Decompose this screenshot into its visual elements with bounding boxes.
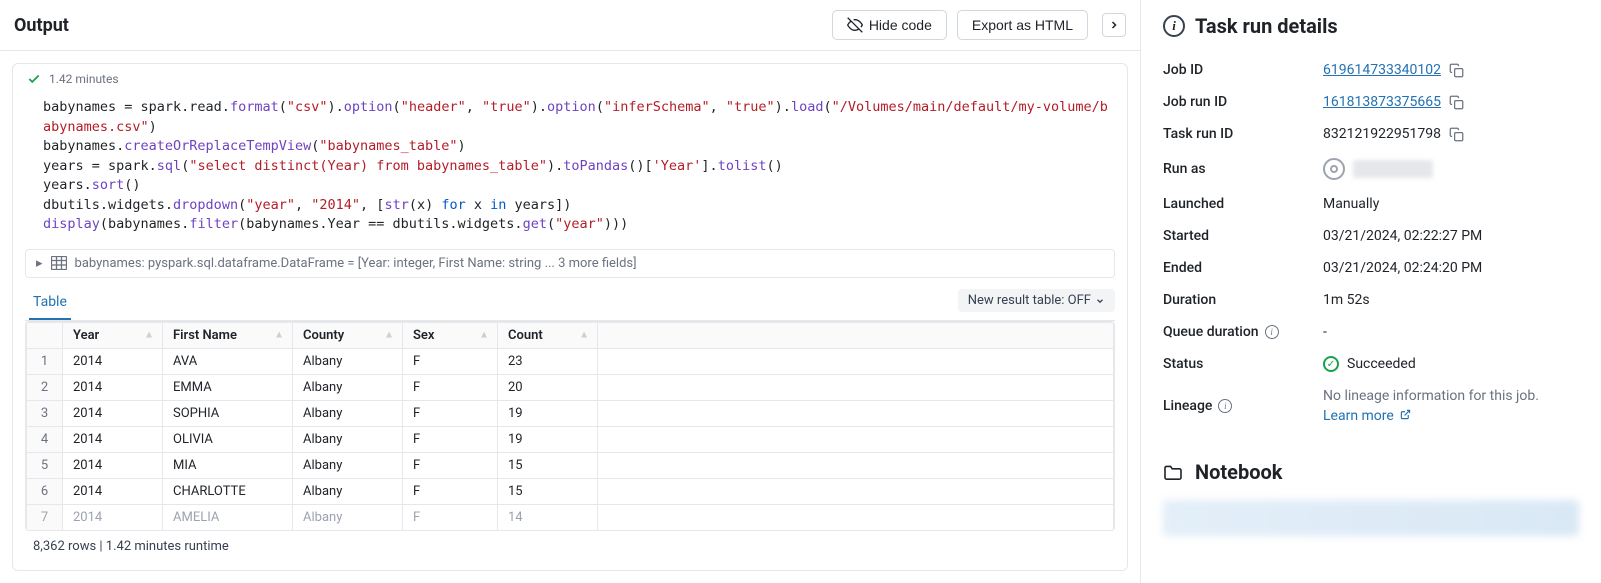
page-title: Output (14, 15, 69, 36)
detail-queue-duration: Queue duration i - (1163, 316, 1579, 348)
detail-duration: Duration 1m 52s (1163, 284, 1579, 316)
copy-icon[interactable] (1449, 63, 1464, 78)
result-table-toggle[interactable]: New result table: OFF (958, 289, 1115, 312)
sort-icon: ▲ (579, 330, 589, 341)
lineage-learn-more-link[interactable]: Learn more (1323, 408, 1411, 424)
folder-icon (1163, 464, 1183, 480)
result-table: Year▲First Name▲County▲Sex▲Count▲ 12014A… (25, 321, 1115, 532)
table-row[interactable]: 32014SOPHIAAlbanyF19 (27, 400, 1114, 426)
table-row[interactable]: 62014CHARLOTTEAlbanyF15 (27, 478, 1114, 504)
result-tabs: Table New result table: OFF (25, 286, 1115, 321)
task-run-id-value: 832121922951798 (1323, 126, 1441, 142)
detail-lineage: Lineage i No lineage information for thi… (1163, 380, 1579, 432)
external-link-icon (1400, 409, 1411, 420)
table-row[interactable]: 12014AVAAlbanyF23 (27, 348, 1114, 374)
header-actions: Hide code Export as HTML (832, 10, 1126, 40)
eye-off-icon (847, 17, 863, 33)
detail-ended: Ended 03/21/2024, 02:24:20 PM (1163, 252, 1579, 284)
column-header[interactable]: Sex▲ (403, 322, 498, 348)
info-icon: i (1163, 15, 1185, 37)
sort-icon: ▲ (384, 330, 394, 341)
schema-bar[interactable]: ▸ babynames: pyspark.sql.dataframe.DataF… (25, 249, 1115, 278)
detail-job-run-id: Job run ID 161813873375665 (1163, 86, 1579, 118)
details-heading: i Task run details (1163, 14, 1579, 38)
job-run-id-link[interactable]: 161813873375665 (1323, 94, 1441, 110)
cell-duration: 1.42 minutes (49, 72, 119, 86)
redacted-user (1353, 160, 1433, 178)
copy-icon[interactable] (1449, 127, 1464, 142)
info-icon[interactable]: i (1218, 399, 1232, 413)
notebook-section: Notebook (1163, 460, 1579, 536)
output-header: Output Hide code Export as HTML (0, 0, 1140, 51)
cell-status: 1.42 minutes (13, 64, 1127, 94)
job-id-link[interactable]: 619614733340102 (1323, 62, 1441, 78)
output-cell: 1.42 minutes babynames = spark.read.form… (12, 63, 1128, 571)
table-row[interactable]: 42014OLIVIAAlbanyF19 (27, 426, 1114, 452)
detail-launched: Launched Manually (1163, 188, 1579, 220)
sort-icon: ▲ (479, 330, 489, 341)
schema-summary: babynames: pyspark.sql.dataframe.DataFra… (75, 256, 637, 271)
expand-caret-icon[interactable]: ▸ (36, 256, 43, 271)
detail-started: Started 03/21/2024, 02:22:27 PM (1163, 220, 1579, 252)
detail-job-id: Job ID 619614733340102 (1163, 54, 1579, 86)
table-row[interactable]: 52014MIAAlbanyF15 (27, 452, 1114, 478)
tab-table[interactable]: Table (29, 286, 71, 320)
table-row[interactable]: 72014AMELIAAlbanyF14 (27, 504, 1114, 530)
detail-task-run-id: Task run ID 832121922951798 (1163, 118, 1579, 150)
code-block: babynames = spark.read.format("csv").opt… (13, 94, 1127, 249)
sort-icon: ▲ (274, 330, 284, 341)
notebook-heading: Notebook (1163, 460, 1579, 484)
column-header[interactable]: First Name▲ (163, 322, 293, 348)
column-header[interactable]: Year▲ (63, 322, 163, 348)
dataframe-icon (51, 256, 67, 270)
chevron-down-icon (1095, 296, 1105, 306)
export-html-button[interactable]: Export as HTML (957, 10, 1088, 40)
check-icon (27, 72, 41, 86)
chevron-right-icon (1108, 19, 1120, 31)
info-icon[interactable]: i (1265, 325, 1279, 339)
detail-run-as: Run as (1163, 150, 1579, 188)
column-header[interactable]: Count▲ (498, 322, 598, 348)
sort-icon: ▲ (144, 330, 154, 341)
redacted-notebook-content (1163, 500, 1579, 536)
hide-code-button[interactable]: Hide code (832, 10, 947, 40)
task-run-details-panel: i Task run details Job ID 61961473334010… (1141, 0, 1601, 583)
column-header[interactable]: County▲ (293, 322, 403, 348)
copy-icon[interactable] (1449, 95, 1464, 110)
success-check-icon: ✓ (1323, 356, 1339, 372)
collapse-panel-button[interactable] (1102, 13, 1126, 37)
detail-status: Status ✓ Succeeded (1163, 348, 1579, 380)
table-row[interactable]: 22014EMMAAlbanyF20 (27, 374, 1114, 400)
result-footer: 8,362 rows | 1.42 minutes runtime (13, 531, 1127, 562)
user-avatar-icon (1323, 158, 1345, 180)
